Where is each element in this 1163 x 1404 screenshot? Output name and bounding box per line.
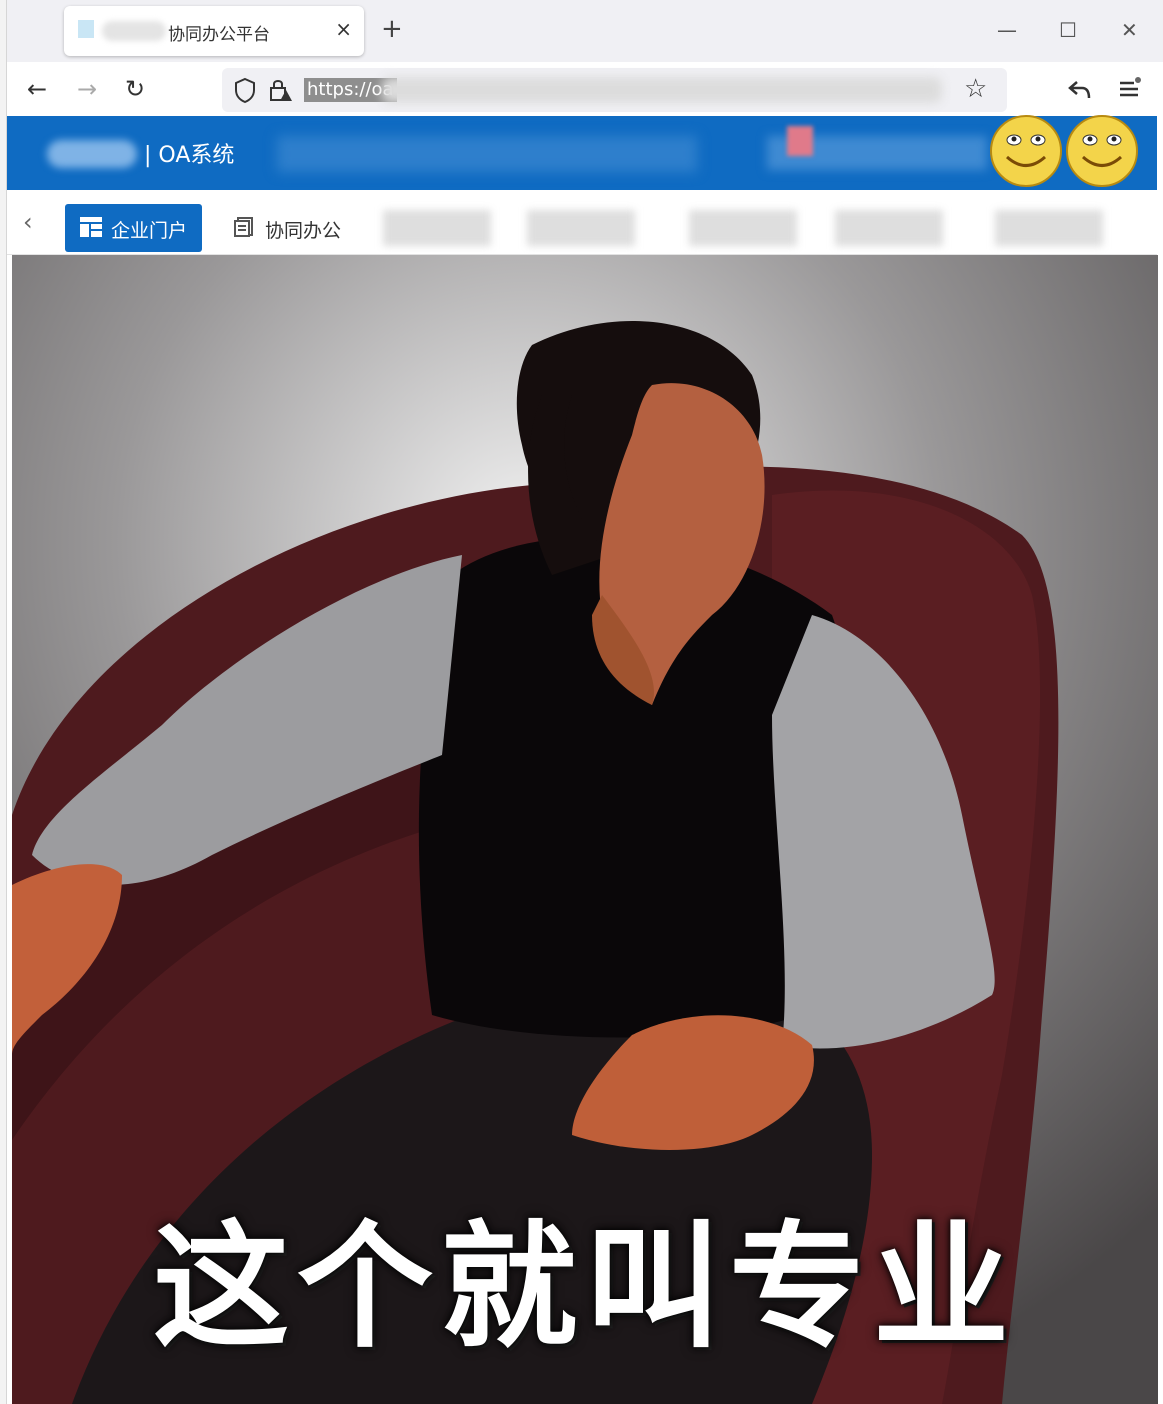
back-button[interactable]: ←: [27, 74, 47, 104]
url-redacted: [382, 77, 942, 103]
lock-warning-icon[interactable]: [267, 76, 293, 104]
menu-item-redacted[interactable]: [383, 210, 491, 246]
menu-item-label: 协同办公: [265, 220, 342, 242]
address-bar[interactable]: https://oa ☆: [222, 68, 1007, 112]
meme-image: 这个就叫专业: [12, 255, 1158, 1404]
minimize-button[interactable]: —: [997, 16, 1017, 44]
portal-grid-icon: [80, 217, 102, 237]
bookmark-star-icon[interactable]: ☆: [964, 74, 987, 104]
menu-item-redacted[interactable]: [527, 210, 635, 246]
browser-tab-strip: 协同办公平台 × + — ☐ ✕: [7, 0, 1163, 62]
tab-title-redacted: [102, 21, 166, 41]
new-tab-button[interactable]: +: [381, 14, 403, 44]
menu-icon[interactable]: [1117, 76, 1143, 102]
browser-tab[interactable]: 协同办公平台 ×: [64, 6, 364, 56]
menu-item-redacted[interactable]: [689, 210, 797, 246]
forward-button[interactable]: →: [77, 74, 97, 104]
shield-icon[interactable]: [232, 76, 258, 104]
oa-nav-menu: ‹ 企业门户 协同办公: [7, 190, 1157, 255]
reload-button[interactable]: ↻: [125, 74, 145, 104]
menu-item-redacted[interactable]: [995, 210, 1103, 246]
window-close-button[interactable]: ✕: [1121, 16, 1138, 44]
menu-scroll-left-icon[interactable]: ‹: [23, 208, 33, 236]
header-redacted-accent: [787, 126, 813, 156]
header-redacted: [277, 136, 697, 172]
undo-icon[interactable]: [1067, 76, 1093, 102]
smiley-emoji-icon: [990, 115, 1062, 187]
menu-item-redacted[interactable]: [835, 210, 943, 246]
browser-toolbar: ← → ↻ https://oa ☆: [7, 62, 1163, 116]
tab-favicon-icon: [78, 20, 94, 38]
window-left-edge: [0, 0, 7, 1404]
document-icon: [234, 217, 253, 237]
oa-system-title: | OA系统: [144, 143, 235, 168]
smiley-emoji-icon: [1066, 115, 1138, 187]
meme-caption: 这个就叫专业: [153, 1209, 1017, 1367]
menu-item-portal[interactable]: 企业门户: [65, 204, 202, 252]
menu-item-collaboration[interactable]: 协同办公: [233, 204, 353, 252]
tab-close-icon[interactable]: ×: [335, 17, 352, 41]
company-logo-redacted: [47, 140, 137, 168]
oa-header: | OA系统: [7, 115, 1157, 190]
maximize-button[interactable]: ☐: [1059, 16, 1077, 44]
menu-item-label: 企业门户: [111, 220, 188, 242]
tab-title: 协同办公平台: [168, 25, 270, 45]
